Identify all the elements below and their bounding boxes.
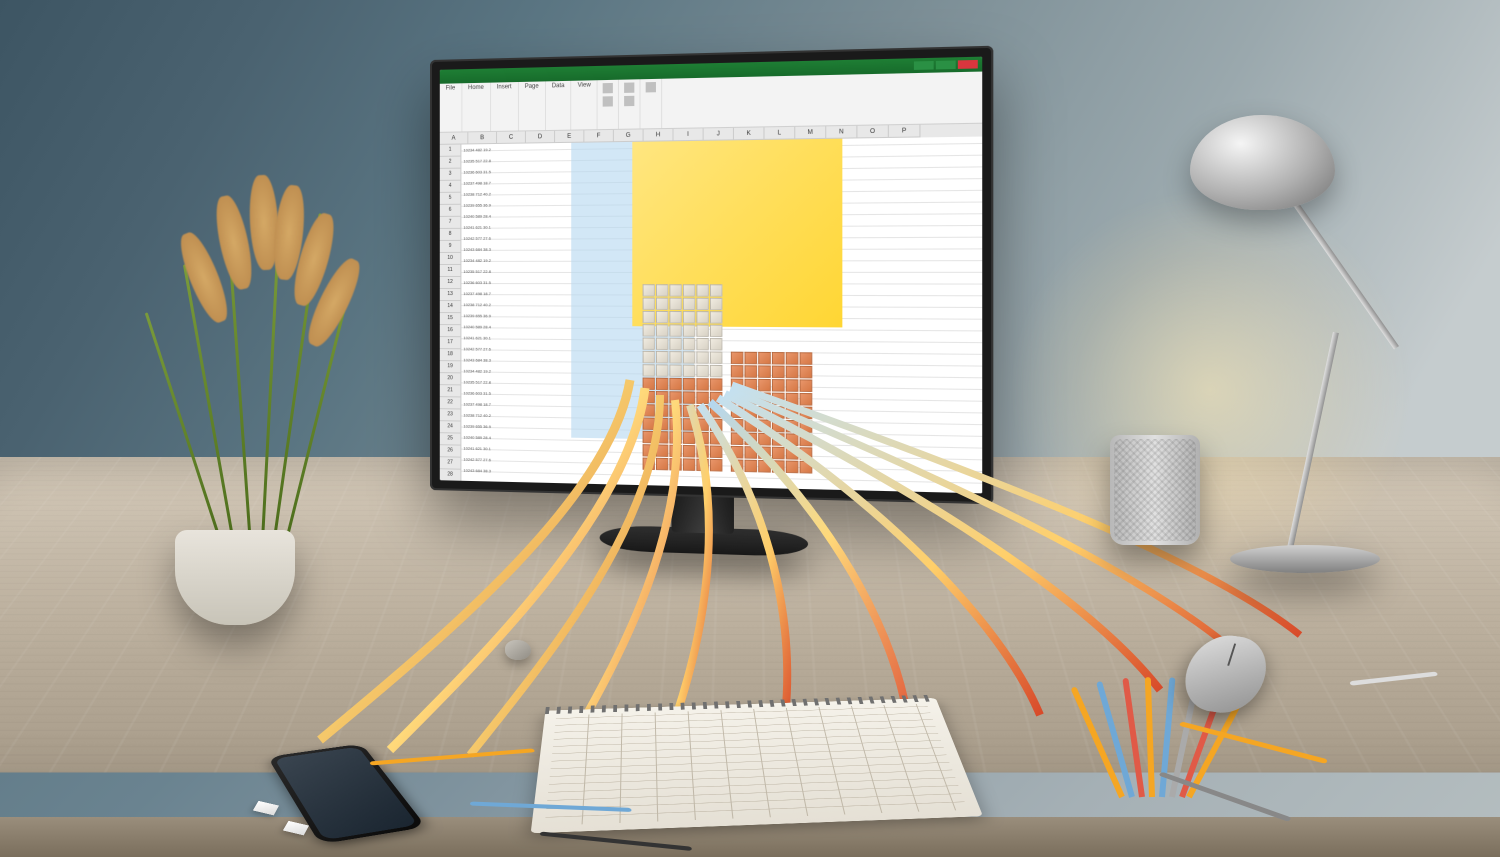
row-header: 11 <box>440 265 462 277</box>
sample-data-column: 10234 482 19.210235 517 22.810236 603 31… <box>461 142 601 485</box>
computer-monitor: File Home Insert Page Data View ABCDEFGH… <box>430 46 993 505</box>
ribbon-group <box>598 80 619 129</box>
column-header: I <box>674 128 704 141</box>
row-header: 10 <box>440 253 462 265</box>
column-header: L <box>765 127 796 140</box>
eraser-cube <box>253 801 279 816</box>
column-header: N <box>826 126 857 139</box>
row-header: 3 <box>440 169 462 181</box>
pencil-cup <box>1110 435 1200 545</box>
row-header: 26 <box>440 445 462 457</box>
row-header: 12 <box>440 277 462 289</box>
row-header: 8 <box>440 229 462 241</box>
window-max-icon <box>936 60 956 69</box>
column-header: P <box>889 125 921 138</box>
workspace-illustration: File Home Insert Page Data View ABCDEFGH… <box>0 0 1500 857</box>
window-close-icon <box>958 60 978 69</box>
loose-pen <box>1158 772 1291 822</box>
column-header: O <box>857 125 888 138</box>
row-header: 2 <box>440 157 462 169</box>
ribbon-tab: Home <box>462 83 491 132</box>
row-header: 27 <box>440 457 462 470</box>
spreadsheet-app-screen: File Home Insert Page Data View ABCDEFGH… <box>440 57 982 494</box>
row-header: 6 <box>440 205 462 217</box>
row-header: 1 <box>440 145 462 157</box>
toolbar-icon <box>646 82 656 92</box>
row-header: 23 <box>440 409 462 421</box>
ribbon-tab: Page <box>519 81 546 130</box>
ribbon-group <box>619 79 641 129</box>
row-header: 14 <box>440 301 462 313</box>
column-header: B <box>468 132 497 145</box>
column-header: M <box>795 126 826 139</box>
row-header: 17 <box>440 337 462 349</box>
column-header: A <box>440 132 469 144</box>
row-header: 22 <box>440 397 462 409</box>
toolbar-icon <box>624 82 634 92</box>
column-header: G <box>614 129 644 142</box>
row-header: 19 <box>440 361 462 373</box>
spiral-notebook <box>531 698 983 833</box>
row-headers: 1234567891011121314151617181920212223242… <box>440 145 462 482</box>
ribbon-tab: File <box>440 83 462 132</box>
row-header: 28 <box>440 469 462 482</box>
column-header: D <box>526 131 555 144</box>
column-header: F <box>584 130 614 143</box>
row-header: 18 <box>440 349 462 361</box>
column-header: J <box>704 128 734 141</box>
row-header: 16 <box>440 325 462 337</box>
toolbar-icon <box>603 83 613 93</box>
column-header: H <box>644 129 674 142</box>
column-header: E <box>555 130 584 143</box>
window-min-icon <box>914 61 934 70</box>
toolbar-icon <box>603 96 613 106</box>
row-header: 5 <box>440 193 462 205</box>
embedded-3d-bar-chart <box>632 265 821 474</box>
row-header: 24 <box>440 421 462 433</box>
ribbon-tab: View <box>572 80 598 129</box>
column-header: C <box>497 131 526 144</box>
pampas-grass-plant <box>165 200 345 560</box>
row-header: 15 <box>440 313 462 325</box>
row-header: 25 <box>440 433 462 445</box>
row-header: 7 <box>440 217 462 229</box>
row-header: 9 <box>440 241 462 253</box>
worksheet-grid: 1234567891011121314151617181920212223242… <box>440 137 982 494</box>
row-header: 20 <box>440 373 462 385</box>
lamp-base <box>1230 545 1380 573</box>
column-header: K <box>734 127 765 140</box>
ribbon-tab: Insert <box>491 82 519 131</box>
ribbon-tab: Data <box>546 81 572 130</box>
row-header: 13 <box>440 289 462 301</box>
cells-area: 10234 482 19.210235 517 22.810236 603 31… <box>461 137 982 494</box>
toolbar-icon <box>624 96 634 106</box>
row-header: 4 <box>440 181 462 193</box>
ribbon-group <box>641 79 663 129</box>
small-rock <box>505 640 531 660</box>
row-header: 21 <box>440 385 462 397</box>
monitor-bezel: File Home Insert Page Data View ABCDEFGH… <box>430 46 993 505</box>
